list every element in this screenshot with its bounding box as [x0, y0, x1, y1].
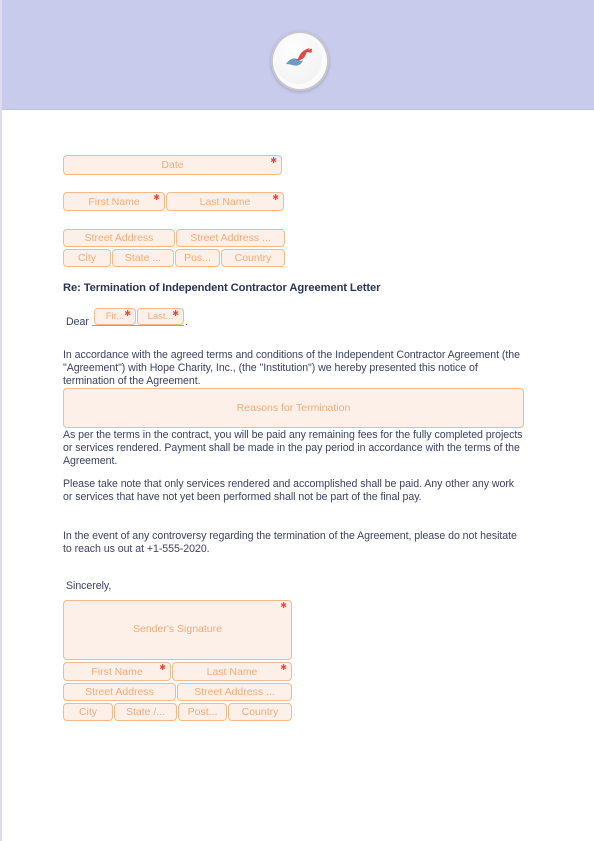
sender-last-name-placeholder: Last Name: [199, 195, 251, 208]
signer-city-placeholder: City: [78, 706, 98, 718]
sender-street-address-1-field[interactable]: Street Address: [63, 229, 175, 247]
subject-line: Re: Termination of Independent Contracto…: [63, 282, 381, 294]
salutation-underline: [92, 325, 184, 326]
signer-last-name-placeholder: Last Name: [206, 665, 258, 678]
required-asterisk: ✱: [280, 601, 287, 610]
body-paragraph-4: In the event of any controversy regardin…: [63, 530, 517, 556]
sender-postal-placeholder: Pos...: [184, 252, 211, 264]
sender-country-placeholder: Country: [234, 252, 272, 264]
sender-city-placeholder: City: [77, 252, 97, 264]
sender-city-field[interactable]: City: [63, 249, 111, 267]
sender-last-name-field[interactable]: Last Name ✱: [166, 192, 284, 211]
body-paragraph-2: As per the terms in the contract, you wi…: [63, 429, 523, 468]
sender-first-name-placeholder: First Name: [88, 195, 140, 208]
sender-state-placeholder: State ...: [124, 252, 162, 264]
reasons-for-termination-placeholder: Reasons for Termination: [236, 402, 351, 414]
senders-signature-field[interactable]: Sender's Signature ✱: [63, 600, 292, 660]
body-paragraph-1: In accordance with the agreed terms and …: [63, 349, 520, 388]
sender-state-field[interactable]: State ...: [112, 249, 174, 267]
sender-postal-field[interactable]: Pos...: [175, 249, 220, 267]
signer-street-address-2-placeholder: Street Address ...: [194, 686, 275, 698]
required-asterisk: ✱: [270, 156, 277, 165]
signer-country-field[interactable]: Country: [228, 703, 292, 721]
required-asterisk: ✱: [153, 193, 160, 202]
required-asterisk: ✱: [159, 663, 166, 672]
signer-postal-field[interactable]: Post...: [178, 703, 227, 721]
date-placeholder: Date: [161, 159, 184, 171]
salutation-label: Dear: [66, 316, 89, 328]
signer-country-placeholder: Country: [241, 706, 279, 718]
reasons-for-termination-field[interactable]: Reasons for Termination: [63, 388, 524, 428]
signer-last-name-field[interactable]: Last Name ✱: [172, 662, 292, 681]
letter-page: Date ✱ First Name ✱ Last Name ✱ Street A…: [0, 0, 594, 841]
salutation-last-name-field[interactable]: Last... ✱: [137, 308, 184, 325]
senders-signature-placeholder: Sender's Signature: [133, 623, 222, 635]
sender-street-address-2-placeholder: Street Address ...: [190, 232, 271, 244]
sender-country-field[interactable]: Country: [221, 249, 285, 267]
date-field[interactable]: Date ✱: [63, 155, 282, 175]
signer-city-field[interactable]: City: [63, 703, 113, 721]
header-band: [2, 0, 594, 110]
sender-street-address-1-placeholder: Street Address: [84, 232, 154, 244]
required-asterisk: ✱: [124, 309, 131, 318]
salutation-punctuation: .: [185, 316, 188, 328]
signer-street-address-1-field[interactable]: Street Address: [63, 683, 176, 701]
signer-street-address-2-field[interactable]: Street Address ...: [177, 683, 292, 701]
signer-state-field[interactable]: State /...: [114, 703, 177, 721]
salutation-first-name-field[interactable]: Fir... ✱: [94, 308, 136, 325]
closing-line: Sincerely,: [66, 580, 112, 592]
sender-street-address-2-field[interactable]: Street Address ...: [176, 229, 285, 247]
signer-first-name-placeholder: First Name: [91, 665, 143, 678]
required-asterisk: ✱: [172, 309, 179, 318]
signer-street-address-1-placeholder: Street Address: [85, 686, 154, 698]
required-asterisk: ✱: [272, 193, 279, 202]
signer-state-placeholder: State /...: [125, 706, 166, 718]
signer-postal-placeholder: Post...: [187, 706, 218, 718]
company-logo-icon: [271, 31, 329, 91]
sender-first-name-field[interactable]: First Name ✱: [63, 192, 165, 211]
body-paragraph-3: Please take note that only services rend…: [63, 478, 515, 504]
signer-first-name-field[interactable]: First Name ✱: [63, 662, 171, 681]
required-asterisk: ✱: [280, 663, 287, 672]
